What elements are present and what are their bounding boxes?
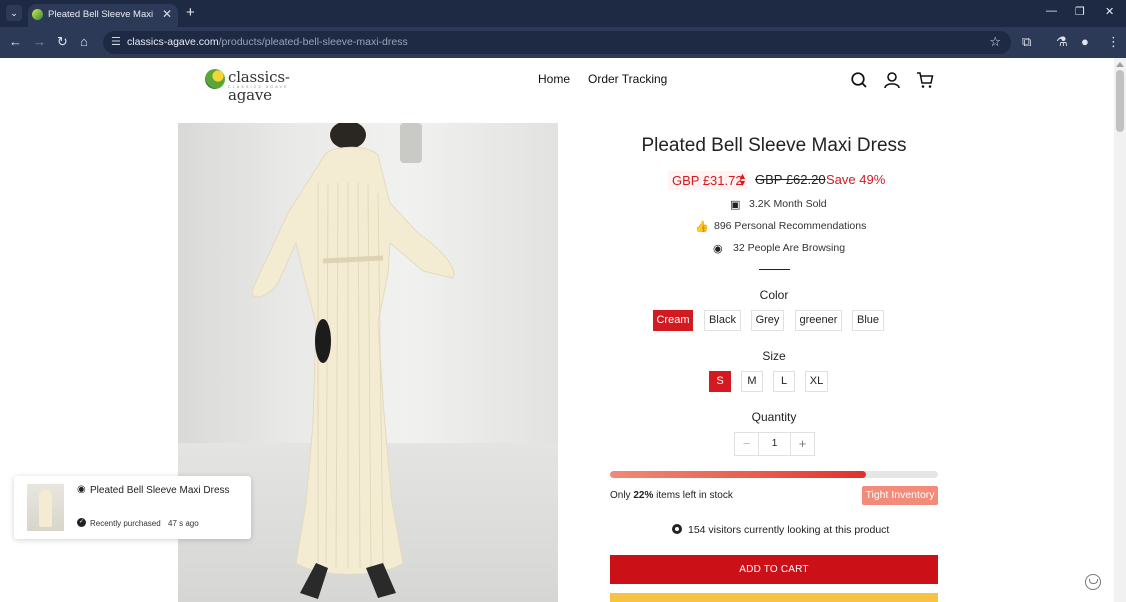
thumbs-up-icon: 👍 [695,221,709,233]
logo-leaf-icon [205,69,225,89]
discount-label: Save 49% [826,172,886,187]
recent-purchase-popup[interactable]: ◉ Pleated Bell Sleeve Maxi Dress ✓ Recen… [14,476,251,539]
quantity-decrease-button[interactable]: − [735,433,759,455]
browser-toolbar: ← → ↻ ⌂ ☰ classics-agave.com/products/pl… [0,27,1126,58]
search-icon[interactable] [850,71,868,89]
popup-product-title: Pleated Bell Sleeve Maxi Dress [90,485,230,496]
account-icon[interactable] [883,71,901,89]
browser-menu-icon[interactable]: ⋮ [1107,34,1120,50]
logo-subtext: CLASSICS AGAVE [228,85,289,89]
check-circle-icon: ✓ [77,518,86,527]
color-option-black[interactable]: Black [704,310,741,331]
product-page: classics-agave CLASSICS AGAVE Home Order… [0,58,1114,602]
browsing-count: 32 People Are Browsing [733,242,846,254]
eye-icon: ◉ [713,243,723,255]
original-price: GBP £62.20 [755,172,826,187]
cart-icon[interactable] [916,71,934,89]
color-option-cream[interactable]: Cream [653,310,693,331]
quantity-increase-button[interactable]: + [790,433,814,455]
inventory-badge: Tight Inventory [862,486,938,505]
quantity-label: Quantity [751,410,797,424]
color-option-greener[interactable]: greener [795,310,842,331]
extensions-icon[interactable]: ⧉ [1022,34,1031,50]
stock-progress-fill [610,471,866,478]
eye-icon [672,524,682,534]
add-to-cart-button[interactable]: ADD TO CART [610,555,938,584]
popup-time: 47 s ago [168,519,199,528]
color-label: Color [759,288,789,302]
size-option-s[interactable]: S [709,371,731,392]
nav-home[interactable]: Home [538,72,570,86]
recommendations-count: 896 Personal Recommendations [714,220,867,232]
window-close-icon[interactable]: ✕ [1105,5,1114,18]
scrollbar-thumb[interactable] [1116,70,1124,132]
briefcase-icon: ▣ [730,199,741,211]
size-option-xl[interactable]: XL [805,371,828,392]
scroll-up-arrow-icon[interactable] [1116,62,1124,67]
nav-order-tracking[interactable]: Order Tracking [588,72,667,86]
home-icon[interactable]: ⌂ [80,34,88,50]
month-sold: 3.2K Month Sold [749,198,827,210]
address-bar[interactable]: ☰ classics-agave.com/products/pleated-be… [103,31,1011,54]
buy-now-button[interactable] [610,593,938,602]
visitors-text: 154 visitors currently looking at this p… [688,524,890,536]
profile-avatar-icon[interactable]: ● [1081,34,1089,50]
bookmark-star-icon[interactable]: ☆ [989,34,1001,50]
price-swap-icon: ▲ ▼ [738,171,747,188]
divider [759,269,790,270]
current-price: GBP £31.72 [668,171,747,190]
tab-close-icon[interactable]: ✕ [162,4,172,25]
forward-arrow-icon[interactable]: → [33,34,46,50]
stock-progress-bar [610,471,938,478]
restore-icon[interactable]: ❐ [1075,5,1085,18]
browser-tab[interactable]: Pleated Bell Sleeve Maxi Dress ✕ [28,4,178,41]
site-info-icon[interactable]: ☰ [111,35,121,48]
quantity-stepper: − 1 + [734,432,815,456]
page-scrollbar[interactable] [1114,58,1126,602]
new-tab-button[interactable]: + [186,4,195,21]
size-label: Size [762,349,786,363]
chat-support-icon[interactable] [1085,574,1101,590]
minimize-icon[interactable]: — [1046,5,1057,17]
tab-search-button[interactable]: ⌄ [6,5,22,21]
quantity-input[interactable]: 1 [759,433,790,455]
color-option-blue[interactable]: Blue [852,310,884,331]
site-favicon-icon [32,9,43,20]
size-option-m[interactable]: M [741,371,763,392]
back-arrow-icon[interactable]: ← [9,34,22,50]
reload-icon[interactable]: ↻ [57,34,68,50]
color-option-grey[interactable]: Grey [751,310,784,331]
size-option-l[interactable]: L [773,371,795,392]
popup-product-thumbnail [27,484,64,531]
browser-tab-bar: ⌄ Pleated Bell Sleeve Maxi Dress ✕ + — ❐… [0,0,1126,41]
popup-recent-label: Recently purchased [90,519,161,528]
site-logo[interactable]: classics-agave CLASSICS AGAVE [205,68,325,104]
product-title: Pleated Bell Sleeve Maxi Dress [641,135,907,156]
url-text: classics-agave.com/products/pleated-bell… [127,36,408,48]
eye-icon: ◉ [77,484,86,495]
stock-text: Only 22% items left in stock [610,490,733,501]
labs-flask-icon[interactable]: ⚗ [1056,34,1068,50]
